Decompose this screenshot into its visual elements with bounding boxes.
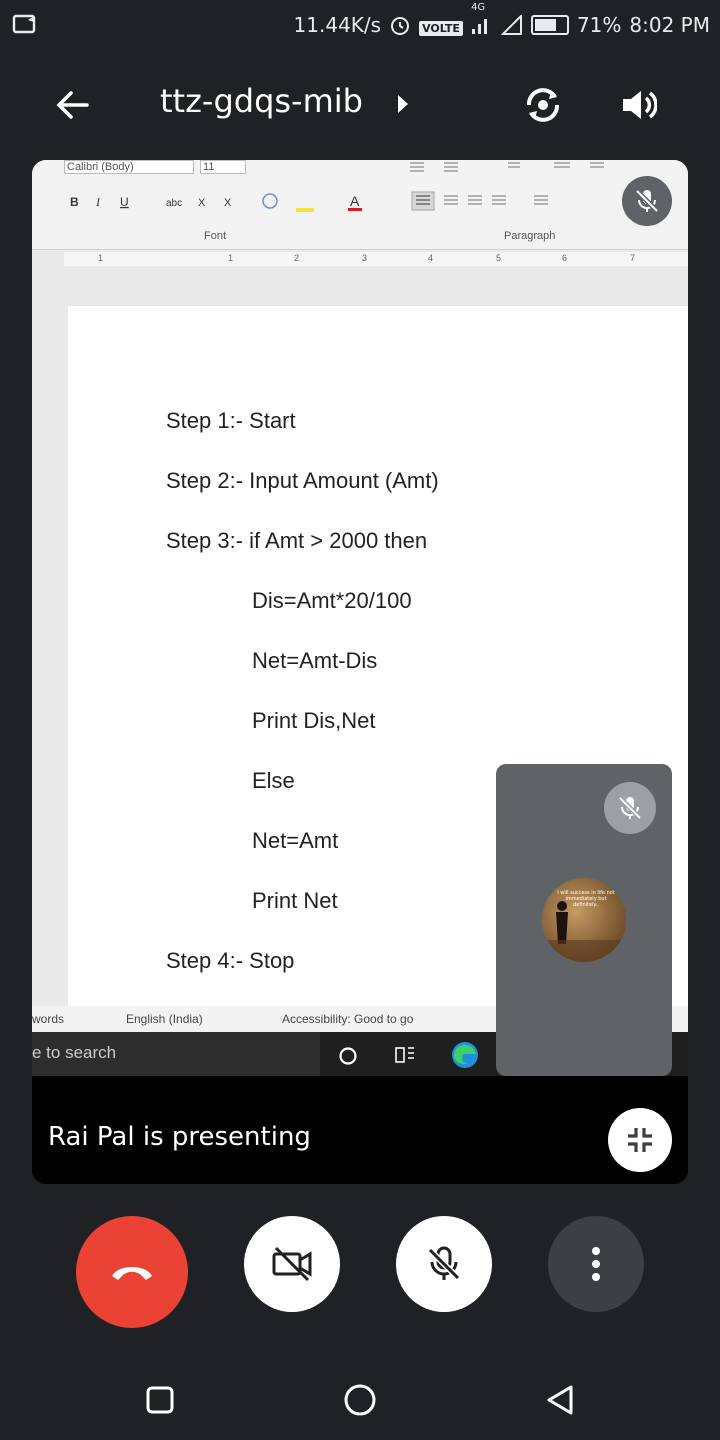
doc-line: Print Net <box>252 888 338 913</box>
ruler-number: 2 <box>294 253 300 263</box>
accessibility-label: Accessibility: Good to go <box>282 1012 414 1026</box>
battery-fill <box>534 19 557 31</box>
square-icon <box>146 1386 174 1414</box>
end-call-button[interactable] <box>76 1216 188 1328</box>
signal-icon <box>471 19 487 34</box>
ruler-number: 5 <box>496 253 502 263</box>
minimize-icon <box>628 1128 652 1152</box>
doc-line: Else <box>252 768 295 793</box>
clock: 8:02 PM <box>629 13 710 37</box>
doc-line: Step 1:- Start <box>166 408 296 433</box>
doc-line: Step 4:- Stop <box>166 948 295 973</box>
mic-off-icon <box>427 1246 461 1281</box>
signal-outline-icon <box>500 15 522 35</box>
svg-text:X: X <box>198 197 206 209</box>
back-button[interactable] <box>48 80 98 130</box>
meeting-header: ttz-gdqs-mib <box>0 60 720 150</box>
doc-line: Net=Amt-Dis <box>252 648 378 673</box>
svg-text:B: B <box>70 195 79 209</box>
switch-camera-button[interactable] <box>518 80 568 130</box>
doc-line: Net=Amt <box>252 828 339 853</box>
svg-text:I: I <box>95 195 101 209</box>
font-name-box: Calibri (Body) <box>64 160 194 174</box>
chevron-right-icon[interactable] <box>396 93 410 115</box>
font-group-label: Font <box>204 230 227 242</box>
ruler-number: 3 <box>362 253 368 263</box>
presenter-mic-status <box>622 176 672 226</box>
ruler-number: 1 <box>228 253 234 263</box>
word-count-label: words <box>32 1012 65 1026</box>
taskbar-search: e to search <box>32 1032 320 1076</box>
speaker-icon <box>623 91 657 119</box>
volte-badge: VOLTE <box>419 21 463 36</box>
home-button[interactable] <box>340 1380 380 1420</box>
network-type-badge: 4G <box>471 2 486 13</box>
mic-off-icon <box>618 796 642 820</box>
network-indicator: VOLTE 4G <box>419 2 485 37</box>
screen-record-icon <box>12 14 36 34</box>
presenting-caption: Rai Pal is presenting <box>48 1122 311 1152</box>
person-silhouette-icon <box>542 901 626 962</box>
font-tools-icon: B I U abc X X A <box>70 193 362 212</box>
paragraph-group-label: Paragraph <box>504 230 556 242</box>
network-speed: 11.44K/s <box>293 13 382 37</box>
cortana-icon <box>339 1047 357 1065</box>
more-vert-icon <box>592 1247 600 1281</box>
svg-text:abc: abc <box>166 198 182 209</box>
ruler-number: 1 <box>98 253 104 263</box>
switch-camera-icon <box>527 88 559 122</box>
doc-line: Dis=Amt*20/100 <box>252 588 412 613</box>
android-nav-bar <box>0 1360 720 1440</box>
circle-icon <box>344 1384 376 1416</box>
battery-percent: 71% <box>576 13 622 37</box>
nav-back-button[interactable] <box>540 1380 580 1420</box>
more-options-button[interactable] <box>548 1216 644 1312</box>
self-mic-status <box>604 782 656 834</box>
ruler-number: 6 <box>562 253 568 263</box>
self-view-tile[interactable]: I will success in life not immediately b… <box>496 764 672 1076</box>
svg-text:A: A <box>350 193 360 209</box>
svg-text:X: X <box>224 197 232 209</box>
doc-line: Step 3:- if Amt > 2000 then <box>166 528 428 553</box>
avatar: I will success in life not immediately b… <box>542 878 626 962</box>
font-size-box: 11 <box>200 160 246 174</box>
meeting-code[interactable]: ttz-gdqs-mib <box>160 82 363 120</box>
battery-icon <box>530 15 569 35</box>
task-view-icon <box>395 1047 414 1063</box>
phone-hangup-icon <box>112 1267 152 1280</box>
video-off-icon <box>272 1246 312 1282</box>
arrow-left-icon <box>56 91 89 119</box>
edge-browser-icon <box>452 1042 478 1068</box>
ruler-number: 4 <box>428 253 434 263</box>
mic-toggle-button[interactable] <box>396 1216 492 1312</box>
presenting-bar: Rai Pal is presenting <box>32 1076 688 1184</box>
doc-line: Step 2:- Input Amount (Amt) <box>166 468 439 493</box>
language-label: English (India) <box>126 1012 203 1026</box>
speaker-button[interactable] <box>612 80 662 130</box>
horizontal-ruler: 1 1 2 3 4 5 6 7 <box>64 252 688 266</box>
camera-toggle-button[interactable] <box>244 1216 340 1312</box>
recent-apps-button[interactable] <box>140 1380 180 1420</box>
status-bar: 11.44K/s VOLTE 4G 71% 8:02 PM <box>0 0 720 50</box>
svg-text:U: U <box>120 195 129 209</box>
alarm-icon <box>391 17 410 35</box>
word-ribbon: Calibri (Body) 11 B I U abc X X A Font P… <box>32 160 688 250</box>
mic-off-icon <box>635 189 659 213</box>
triangle-back-icon <box>547 1385 573 1415</box>
ruler-number: 7 <box>630 253 636 263</box>
doc-line: Print Dis,Net <box>252 708 376 733</box>
exit-fullscreen-button[interactable] <box>608 1108 672 1172</box>
